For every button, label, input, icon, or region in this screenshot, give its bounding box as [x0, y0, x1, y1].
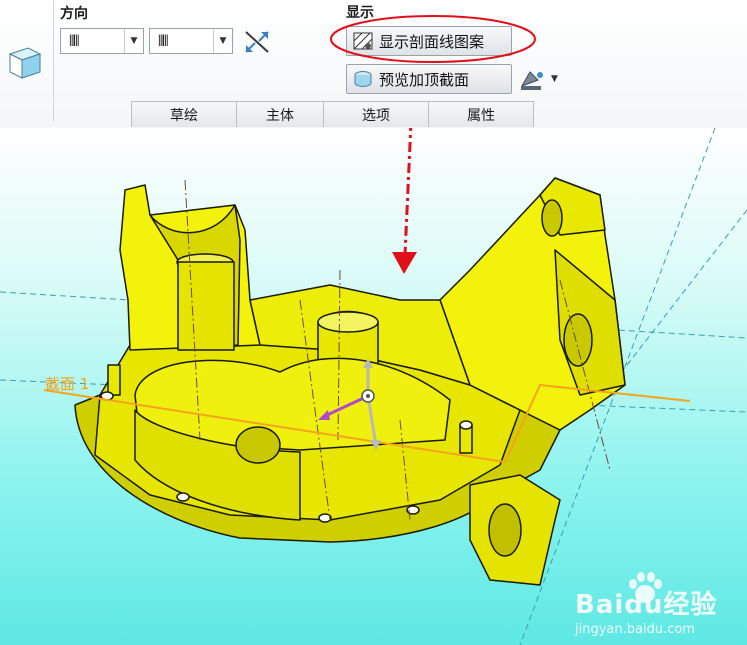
cube-icon[interactable] [6, 44, 44, 82]
annotation-arrowhead [392, 252, 417, 274]
ribbon-tabs: 草绘 主体 选项 属性 [131, 101, 534, 127]
highlight-ellipse [330, 15, 536, 63]
appearance-paint-icon[interactable] [518, 66, 546, 92]
model-viewport[interactable]: 截面 1 Baidu经验 jingyan.baidu.com [0, 128, 747, 645]
tab-options[interactable]: 选项 [323, 101, 429, 127]
tab-properties[interactable]: 属性 [428, 101, 534, 127]
flip-direction-icon[interactable] [242, 28, 272, 56]
preview-capped-section-button[interactable]: 预览加顶截面 [346, 64, 512, 94]
direction-combo-1-value: ⫴⫴ [69, 32, 80, 50]
watermark-brand: Baidu经验 [575, 590, 718, 620]
appearance-dropdown-chevron-icon[interactable]: ▼ [551, 74, 558, 84]
watermark-url: jingyan.baidu.com [575, 622, 695, 637]
capped-section-icon [354, 71, 372, 87]
direction-combo-2[interactable]: ⫴⫴ ▼ [149, 28, 233, 54]
direction-group-title: 方向 [60, 6, 88, 22]
section-label: 截面 1 [45, 375, 90, 393]
direction-combo-1[interactable]: ⫴⫴ ▼ [60, 28, 144, 54]
tab-body[interactable]: 主体 [236, 101, 324, 127]
ribbon-separator [53, 0, 54, 122]
tab-sketch[interactable]: 草绘 [131, 101, 237, 127]
cad-part [74, 177, 626, 586]
direction-combo-2-value: ⫴⫴ [158, 32, 169, 50]
preview-capped-section-label: 预览加顶截面 [379, 70, 470, 89]
chevron-down-icon[interactable]: ▼ [124, 29, 143, 53]
annotation-arrow [403, 128, 413, 256]
watermark: Baidu经验 jingyan.baidu.com [565, 572, 735, 642]
model-scene [0, 128, 747, 645]
chevron-down-icon[interactable]: ▼ [213, 29, 232, 53]
